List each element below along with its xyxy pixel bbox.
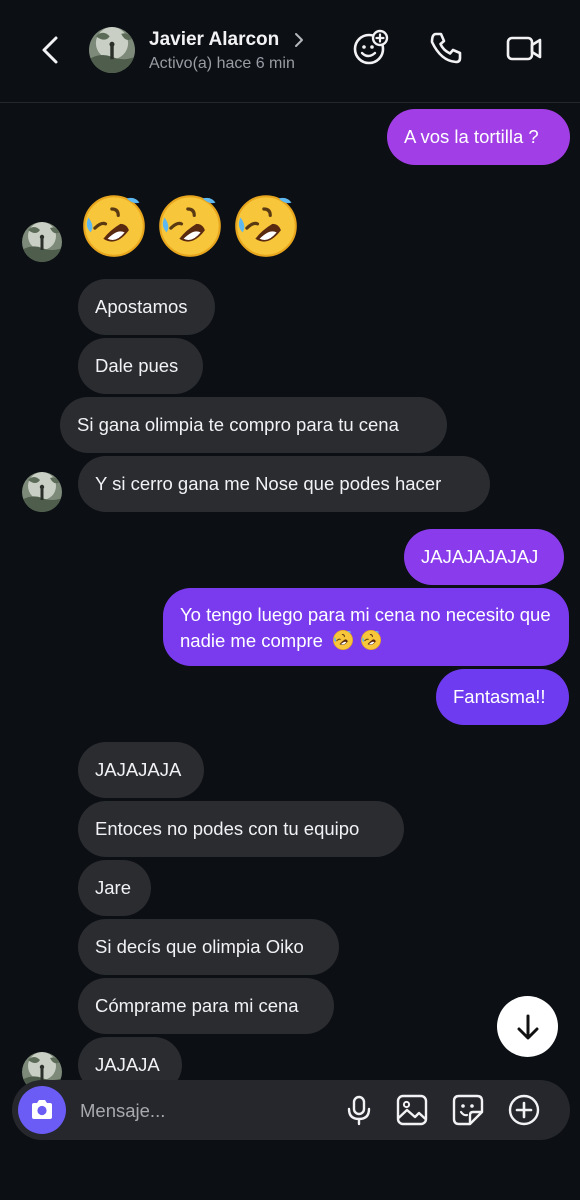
video-icon [506,36,542,61]
voice-message-button[interactable] [342,1093,376,1127]
camera-button[interactable] [18,1086,66,1134]
incoming-message[interactable]: Si decís que olimpia Oiko [78,919,339,975]
incoming-message[interactable]: Y si cerro gana me Nose que podes hacer [78,456,490,512]
microphone-icon [347,1095,371,1126]
outgoing-message[interactable]: A vos la tortilla ? [387,109,570,165]
sender-avatar[interactable] [22,222,62,262]
outgoing-message[interactable]: Yo tengo luego para mi cena no necesito … [163,588,569,666]
scroll-to-bottom-button[interactable] [497,996,558,1057]
message-input[interactable] [78,1092,322,1130]
contact-status: Activo(a) hace 6 min [149,55,295,72]
outgoing-message[interactable]: JAJAJAJAJAJ [404,529,564,585]
rofl-emoji-icon [332,629,354,651]
contact-details-button[interactable] [292,30,306,50]
incoming-message[interactable]: Apostamos [78,279,215,335]
call-button[interactable] [426,28,466,68]
sender-avatar[interactable] [22,472,62,512]
effects-icon [353,29,389,65]
sticker-button[interactable] [451,1093,485,1127]
gallery-icon [396,1094,428,1126]
incoming-message[interactable]: Jare [78,860,151,916]
outgoing-message[interactable]: Fantasma!! [436,669,569,725]
incoming-message[interactable]: Si gana olimpia te compro para tu cena [60,397,447,453]
incoming-message[interactable]: Entoces no podes con tu equipo [78,801,404,857]
rofl-emoji-icon [360,629,382,651]
phone-icon [430,32,462,64]
message-composer [12,1080,570,1140]
gallery-button[interactable] [395,1093,429,1127]
more-options-button[interactable] [507,1093,541,1127]
video-call-button[interactable] [504,28,544,68]
rofl-emoji-icon [80,192,148,260]
emoji-message[interactable] [80,192,300,262]
sticker-icon [452,1094,484,1126]
contact-avatar[interactable] [89,27,135,73]
chat-header: Javier Alarcon Activo(a) hace 6 min [0,0,580,103]
effects-button[interactable] [350,28,390,68]
incoming-message[interactable]: JAJAJAJA [78,742,204,798]
rofl-emoji-icon [156,192,224,260]
back-button[interactable] [32,30,68,70]
incoming-message[interactable]: Dale pues [78,338,203,394]
camera-icon [32,1100,52,1119]
chevron-right-icon [295,33,303,47]
back-icon [42,36,58,64]
plus-icon [508,1094,540,1126]
rofl-emoji-icon [232,192,300,260]
incoming-message[interactable]: Cómprame para mi cena [78,978,334,1034]
arrow-down-icon [517,1014,538,1039]
contact-name[interactable]: Javier Alarcon [149,29,279,51]
